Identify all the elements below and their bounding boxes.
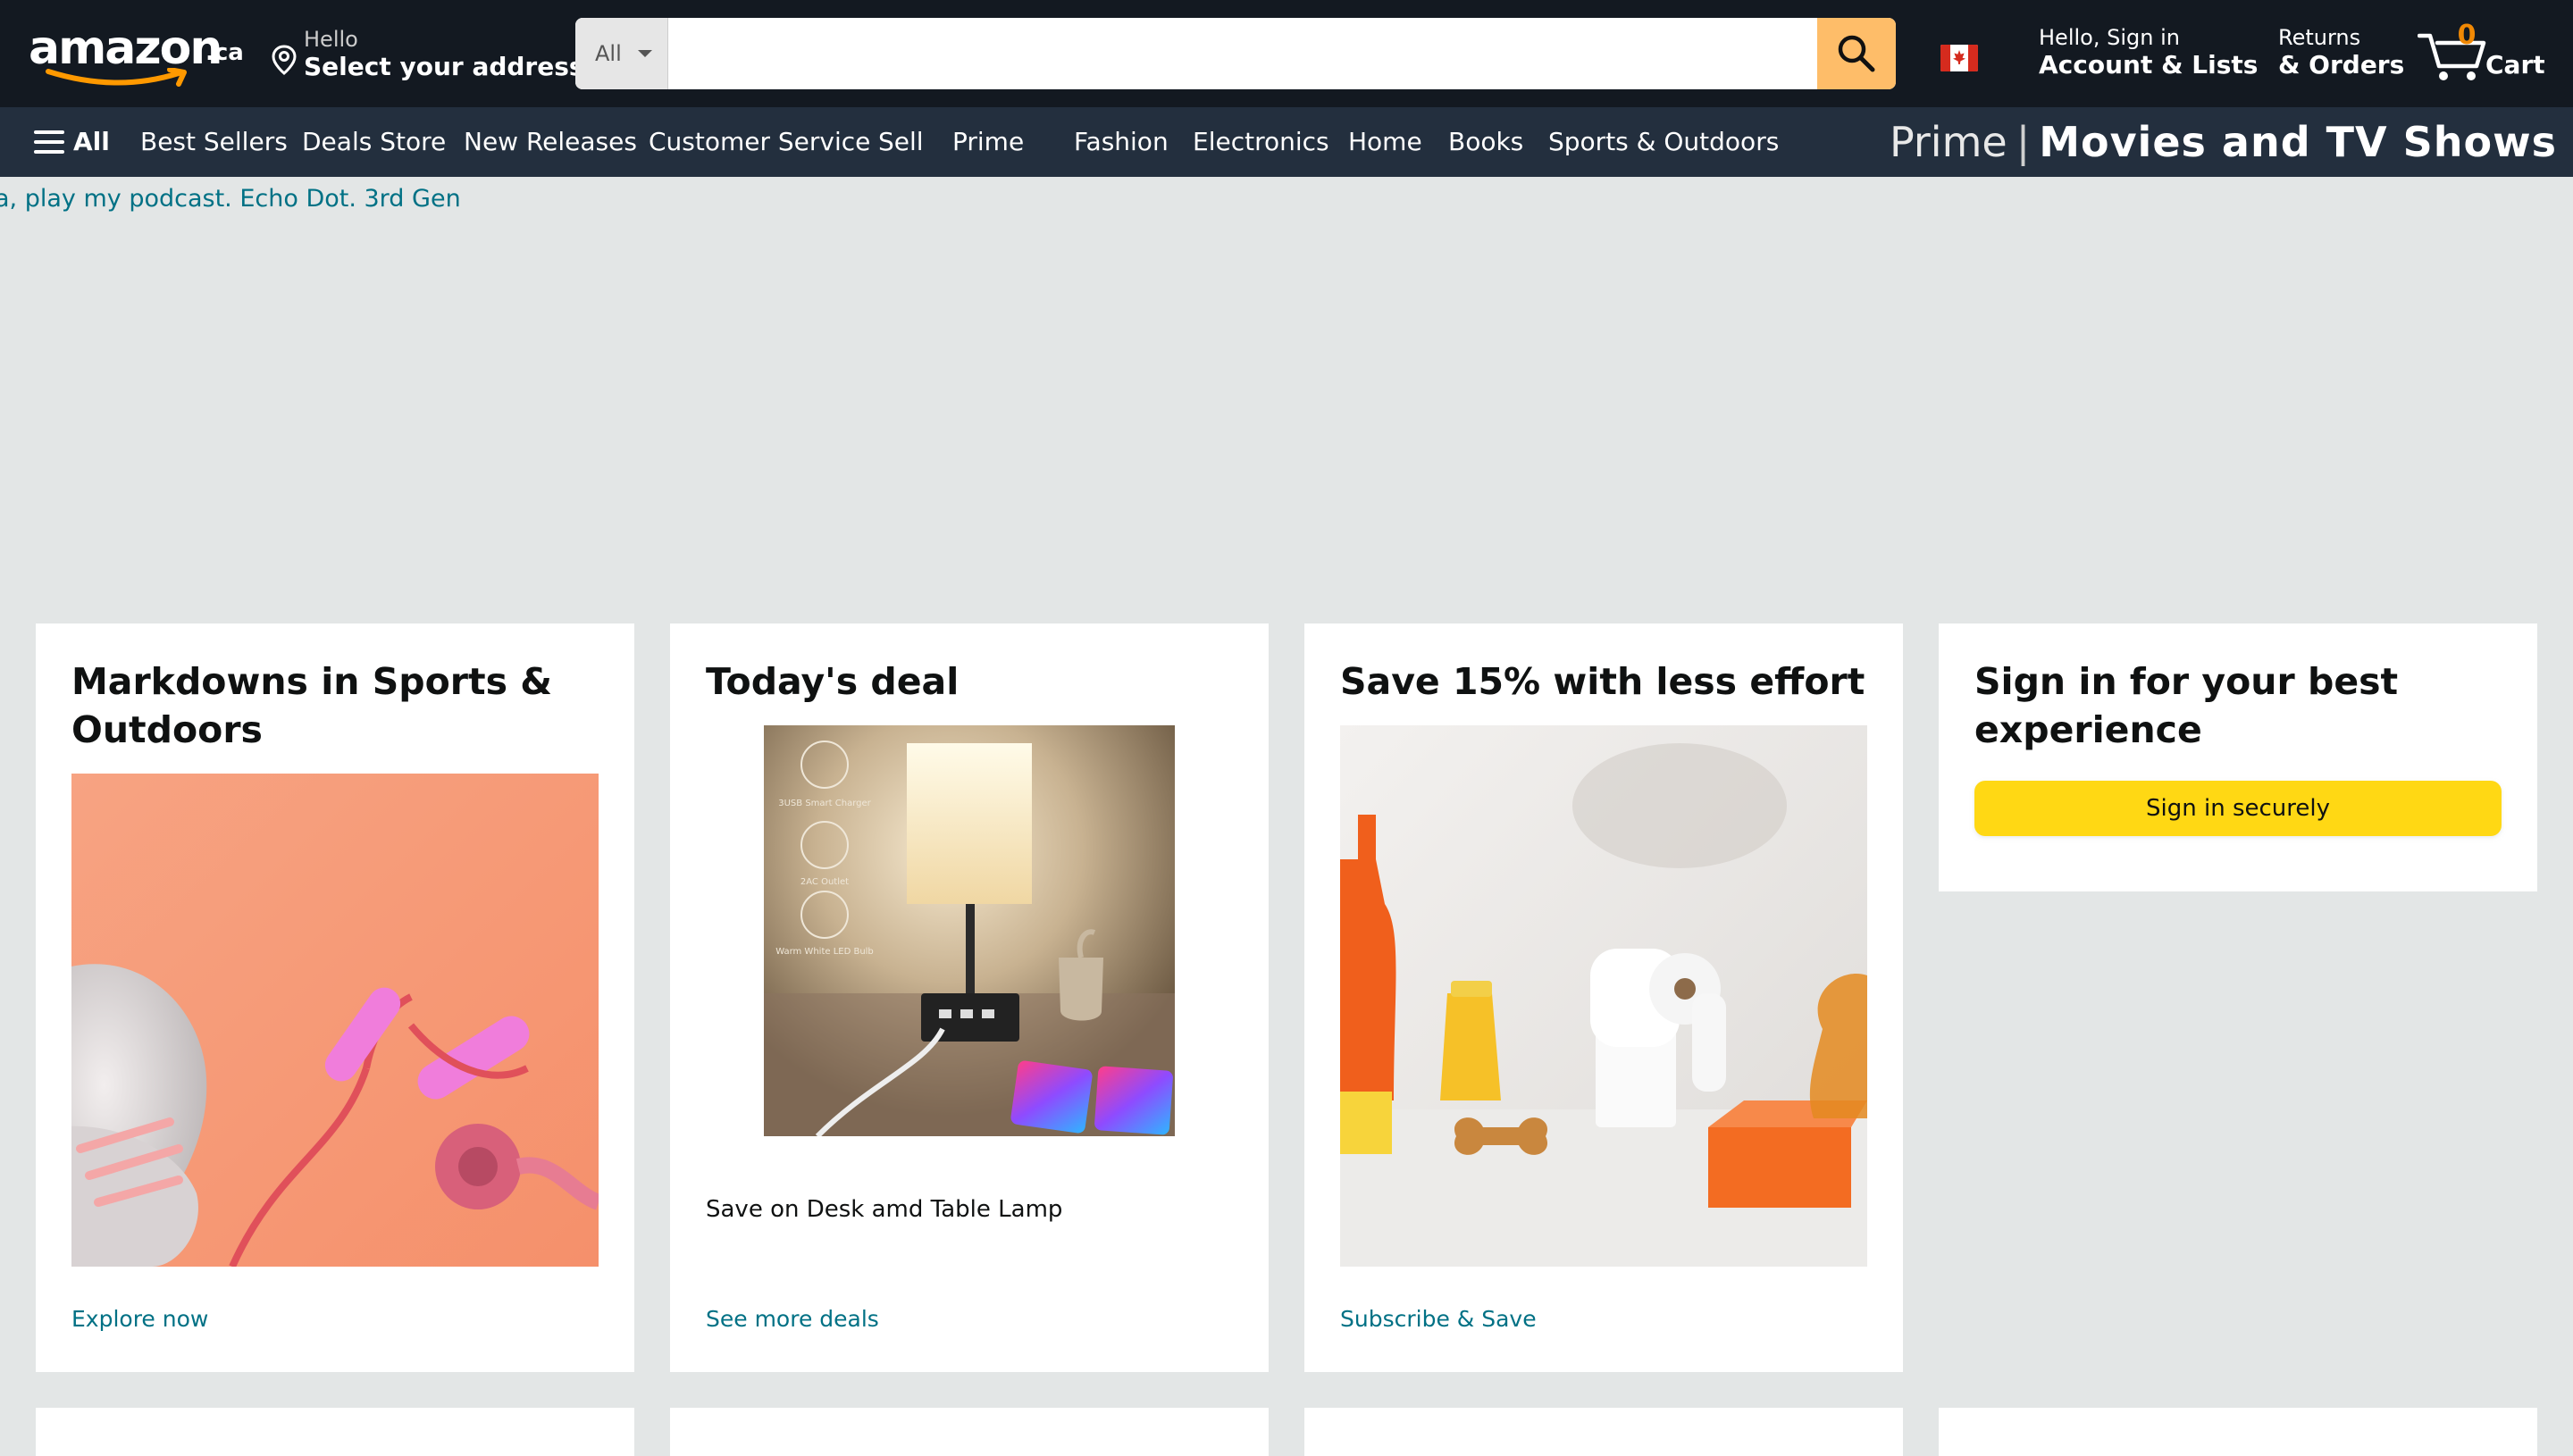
nav-link-customer-service[interactable]: Customer Service xyxy=(649,127,870,157)
subscribe-and-save-link[interactable]: Subscribe & Save xyxy=(1340,1306,1537,1333)
card-title: Markdowns in Sports & Outdoors xyxy=(71,660,553,751)
location-pin-icon xyxy=(272,45,297,75)
nav-link-prime[interactable]: Prime xyxy=(952,127,1024,157)
card-sign-in: Sign in for your best experience Sign in… xyxy=(1939,623,2537,891)
search-category-label: All xyxy=(595,41,622,66)
nav-link-sell[interactable]: Sell xyxy=(878,127,924,157)
card-peek xyxy=(1939,1408,2537,1456)
deal-caption[interactable]: Save on Desk amd Table Lamp xyxy=(706,1195,1062,1224)
delivery-address-selector[interactable]: Hello Select your address xyxy=(272,27,584,82)
svg-text:Warm White LED Bulb: Warm White LED Bulb xyxy=(775,947,874,957)
address-label: Select your address xyxy=(304,52,584,81)
cart-button[interactable]: 0 Cart xyxy=(2418,20,2560,88)
cart-count-badge: 0 xyxy=(2457,20,2477,51)
hero-carousel-link[interactable]: a, play my podcast. Echo Dot. 3rd Gen xyxy=(0,184,461,214)
card-peek xyxy=(36,1408,634,1456)
logo-tld: .ca xyxy=(205,39,244,66)
nav-link-sports-outdoors[interactable]: Sports & Outdoors xyxy=(1548,127,1779,157)
promo-title: Movies and TV Shows xyxy=(2039,118,2557,166)
card-title: Sign in for your best experience xyxy=(1974,660,2399,751)
sign-in-securely-button[interactable]: Sign in securely xyxy=(1974,781,2502,836)
nav-link-deals-store[interactable]: Deals Store xyxy=(302,127,446,157)
hamburger-menu-icon xyxy=(34,130,64,154)
promo-separator: | xyxy=(2016,118,2031,166)
promo-prime-label: Prime xyxy=(1889,118,2007,166)
card-image-household-products[interactable] xyxy=(1340,725,1867,1267)
orders-label: & Orders xyxy=(2278,50,2405,79)
svg-text:3USB Smart Charger: 3USB Smart Charger xyxy=(778,799,871,808)
account-and-lists-menu[interactable]: Hello, Sign in Account & Lists xyxy=(2039,25,2259,80)
search-bar: All xyxy=(575,18,1896,89)
search-icon xyxy=(1838,35,1875,72)
search-category-dropdown[interactable]: All xyxy=(575,18,668,89)
amazon-logo[interactable]: amazon .ca xyxy=(29,21,244,87)
account-greeting: Hello, Sign in xyxy=(2039,25,2180,50)
all-menu-label: All xyxy=(73,127,110,156)
category-nav-bar: All Best Sellers Deals Store New Release… xyxy=(0,107,2573,177)
account-label: Account & Lists xyxy=(2039,50,2259,79)
top-nav-bar: amazon .ca Hello Select your address All xyxy=(0,0,2573,107)
canada-flag-language-icon[interactable] xyxy=(1940,45,1978,71)
cart-label: Cart xyxy=(2485,50,2545,79)
returns-and-orders-link[interactable]: Returns & Orders xyxy=(2278,25,2405,80)
prime-video-promo-link[interactable]: Prime | Movies and TV Shows xyxy=(1890,116,2557,168)
search-input[interactable] xyxy=(668,18,1817,89)
nav-link-new-releases[interactable]: New Releases xyxy=(464,127,637,157)
explore-now-link[interactable]: Explore now xyxy=(71,1306,208,1333)
see-more-deals-link[interactable]: See more deals xyxy=(706,1306,879,1333)
nav-link-home[interactable]: Home xyxy=(1348,127,1422,157)
card-title: Save 15% with less effort xyxy=(1340,660,1865,703)
returns-label: Returns xyxy=(2278,25,2361,50)
card-subscribe-save: Save 15% with less effort Subscribe & Sa… xyxy=(1304,623,1903,1372)
card-image-table-lamp[interactable]: 3USB Smart Charger 2AC Outlet Warm White… xyxy=(764,725,1175,1136)
card-peek xyxy=(670,1408,1269,1456)
card-sports-markdowns: Markdowns in Sports & Outdoors Explore n… xyxy=(36,623,634,1372)
nav-link-books[interactable]: Books xyxy=(1448,127,1523,157)
nav-link-electronics[interactable]: Electronics xyxy=(1193,127,1329,157)
logo-wordmark: amazon xyxy=(29,21,222,75)
search-button[interactable] xyxy=(1817,18,1896,89)
logo-smile-icon xyxy=(46,68,187,87)
card-image-sneakers-jump-rope[interactable] xyxy=(71,774,599,1267)
nav-link-fashion[interactable]: Fashion xyxy=(1074,127,1169,157)
caret-down-icon xyxy=(638,50,652,57)
address-greeting: Hello xyxy=(304,27,358,52)
card-todays-deal: Today's deal 3USB Smart Charger 2AC Outl… xyxy=(670,623,1269,1372)
card-peek xyxy=(1304,1408,1903,1456)
svg-text:2AC Outlet: 2AC Outlet xyxy=(800,877,849,887)
nav-link-best-sellers[interactable]: Best Sellers xyxy=(140,127,288,157)
card-title: Today's deal xyxy=(706,660,960,703)
